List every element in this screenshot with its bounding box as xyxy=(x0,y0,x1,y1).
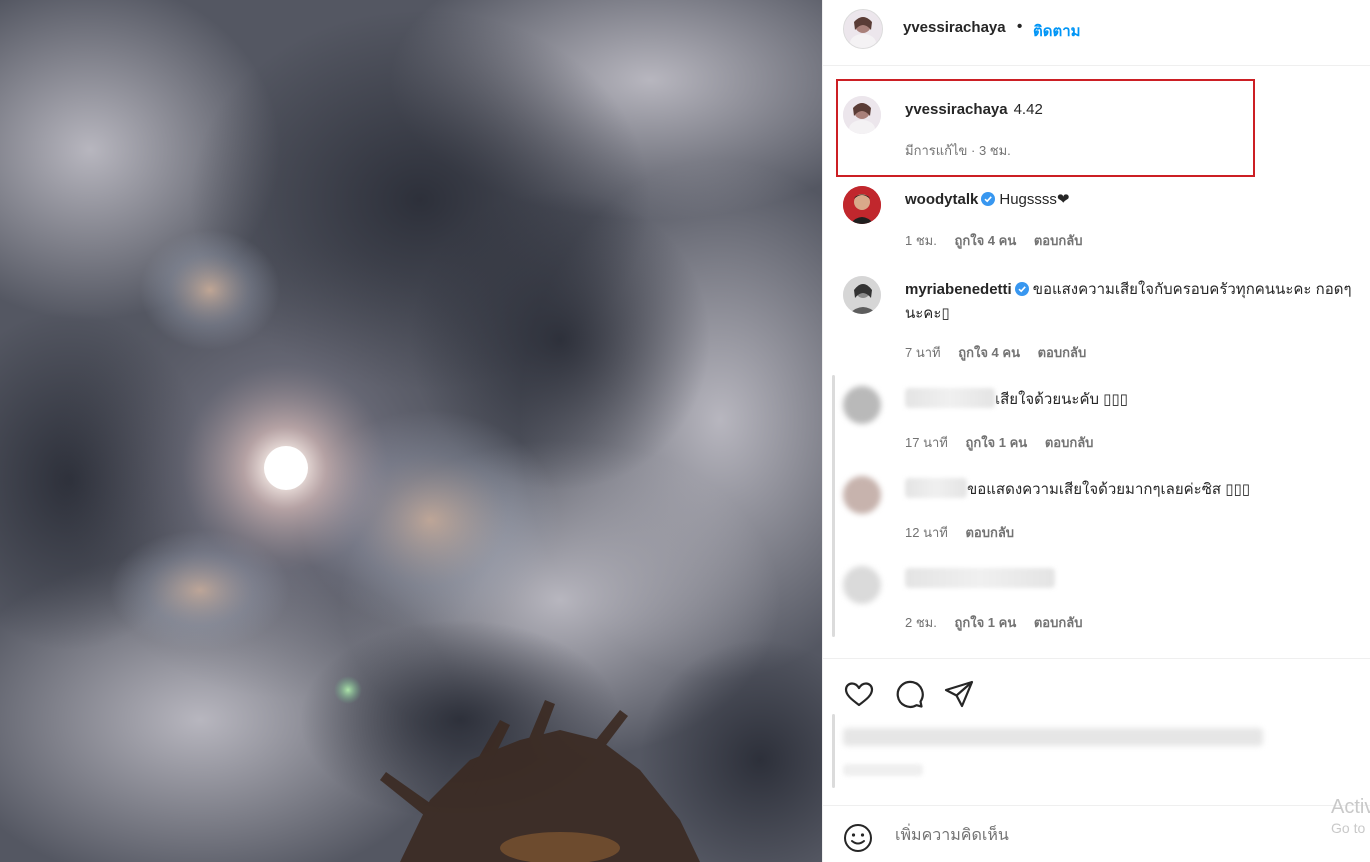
activate-windows-subtext: Go to xyxy=(1331,820,1366,836)
activate-windows-watermark: Activ xyxy=(1331,796,1370,818)
follow-button[interactable]: ติดตาม xyxy=(1033,19,1081,43)
reply-button[interactable]: ตอบกลับ xyxy=(1034,233,1083,248)
comment-meta: 2 ชม. ถูกใจ 1 คน ตอบกลับ xyxy=(905,612,1096,633)
comment-likes[interactable]: ถูกใจ 4 คน xyxy=(958,345,1020,360)
comment-text: เสียใจด้วยนะคับ ▯▯▯ xyxy=(905,388,1355,412)
reply-button[interactable]: ตอบกลับ xyxy=(1038,345,1087,360)
reply-button[interactable]: ตอบกลับ xyxy=(1045,435,1094,450)
comment-body: เสียใจด้วยนะคับ ▯▯▯ xyxy=(995,391,1128,408)
commenter-avatar[interactable] xyxy=(843,386,881,424)
blurred-liked-by xyxy=(843,728,1263,746)
commenter-avatar[interactable] xyxy=(843,276,881,314)
comment-body: Hugssss❤ xyxy=(999,191,1070,208)
comment-time: 17 นาที xyxy=(905,435,948,450)
blurred-username[interactable] xyxy=(905,388,995,408)
night-sky-moon-image xyxy=(0,0,822,862)
author-username[interactable]: yvessirachaya xyxy=(903,19,1006,36)
comment-input[interactable] xyxy=(893,820,1297,852)
comments-panel: yvessirachaya • ติดตาม yvessirachaya 4.42… xyxy=(822,0,1370,862)
smiley-icon[interactable] xyxy=(843,823,873,853)
comment-meta: 12 นาที ตอบกลับ xyxy=(905,522,1028,543)
commenter-username[interactable]: woodytalk xyxy=(905,191,978,208)
action-bar xyxy=(823,658,1370,716)
blurred-likes-summary xyxy=(843,728,1263,776)
comment-likes[interactable]: ถูกใจ 1 คน xyxy=(954,615,1016,630)
reply-button[interactable]: ตอบกลับ xyxy=(1034,615,1083,630)
comment-likes[interactable]: ถูกใจ 1 คน xyxy=(965,435,1027,450)
commenter-username[interactable]: myriabenedetti xyxy=(905,281,1012,298)
comment-time: 1 ชม. xyxy=(905,233,937,248)
verified-badge-icon xyxy=(1014,282,1029,296)
comment-text: woodytalk Hugssss❤ xyxy=(905,188,1355,212)
likes-thread-line xyxy=(832,714,835,788)
comment-time: 2 ชม. xyxy=(905,615,937,630)
comment-meta: 1 ชม. ถูกใจ 4 คน ตอบกลับ xyxy=(905,230,1096,251)
comment-body: ขอแสดงความเสียใจด้วยมากๆเลยค่ะซิส ▯▯▯ xyxy=(967,481,1250,498)
author-avatar[interactable] xyxy=(843,9,883,49)
comment-time: 12 นาที xyxy=(905,525,948,540)
commenter-avatar[interactable] xyxy=(843,476,881,514)
comment-likes[interactable]: ถูกใจ 4 คน xyxy=(954,233,1016,248)
commenter-avatar[interactable] xyxy=(843,566,881,604)
comment-text: myriabenedetti ขอแสงความเสียใจกับครอบครัว… xyxy=(905,278,1355,326)
highlight-box xyxy=(836,79,1255,177)
verified-badge-icon xyxy=(981,192,996,206)
comment-meta: 17 นาที ถูกใจ 1 คน ตอบกลับ xyxy=(905,432,1107,453)
comment-text: ขอแสดงความเสียใจด้วยมากๆเลยค่ะซิส ▯▯▯ xyxy=(905,478,1355,502)
blurred-post-date xyxy=(843,764,923,776)
comment-composer xyxy=(823,805,1370,862)
heart-icon[interactable] xyxy=(843,678,875,710)
blurred-comment xyxy=(905,568,1055,588)
post-header: yvessirachaya • ติดตาม xyxy=(823,0,1370,66)
comment-text xyxy=(905,568,1355,592)
comment-time: 7 นาที xyxy=(905,345,941,360)
reply-thread-line xyxy=(832,375,835,637)
speech-bubble-icon[interactable] xyxy=(893,678,925,710)
commenter-avatar[interactable] xyxy=(843,186,881,224)
separator-dot: • xyxy=(1017,18,1023,35)
blurred-username[interactable] xyxy=(905,478,967,498)
comment-meta: 7 นาที ถูกใจ 4 คน ตอบกลับ xyxy=(905,342,1100,363)
post-photo[interactable] xyxy=(0,0,822,862)
paper-plane-icon[interactable] xyxy=(943,678,975,710)
reply-button[interactable]: ตอบกลับ xyxy=(965,525,1014,540)
